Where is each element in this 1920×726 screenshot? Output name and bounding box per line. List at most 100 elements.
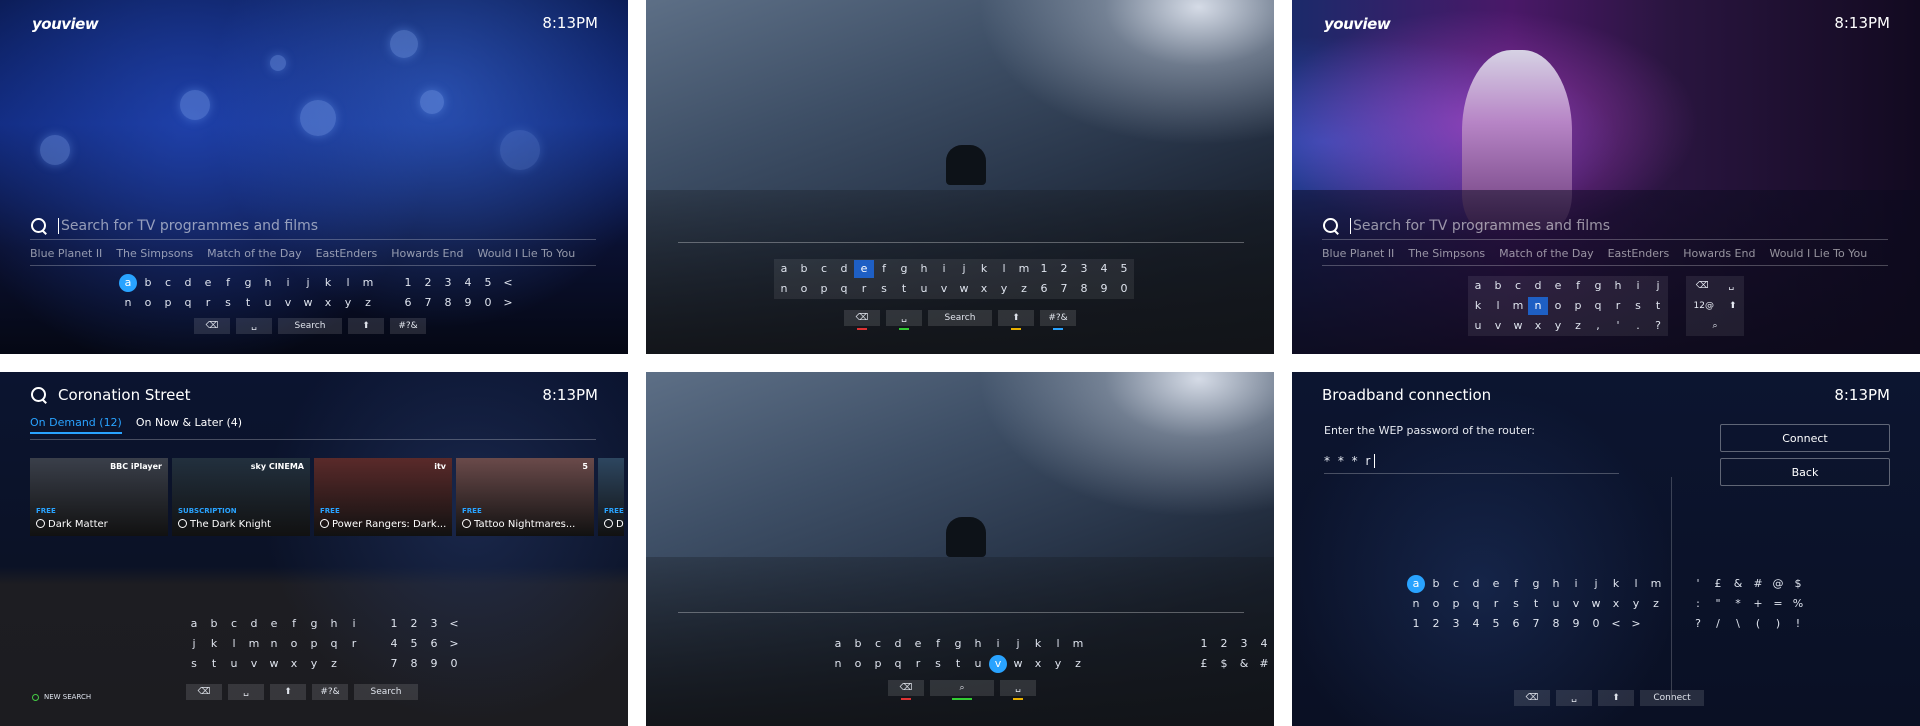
keyboard-key[interactable]: 9 [458, 294, 478, 312]
keyboard-key[interactable]: d [178, 274, 198, 292]
keyboard-key[interactable]: x [974, 280, 994, 298]
keyboard-key[interactable]: a [774, 260, 794, 278]
keyboard-key[interactable]: & [1728, 575, 1748, 593]
tab-on-now-later[interactable]: On Now & Later (4) [136, 416, 242, 434]
keyboard-key[interactable]: > [1626, 615, 1646, 633]
keyboard-key[interactable]: p [814, 280, 834, 298]
keyboard-key[interactable]: t [1526, 595, 1546, 613]
keyboard-key[interactable]: e [198, 274, 218, 292]
keyboard-key[interactable]: b [1426, 575, 1446, 593]
keyboard-key[interactable]: j [1648, 277, 1668, 295]
keyboard-key[interactable]: v [244, 655, 264, 673]
keyboard-key[interactable]: r [1608, 297, 1628, 315]
keyboard-key[interactable]: 3 [424, 615, 444, 633]
keyboard-key[interactable]: b [138, 274, 158, 292]
keyboard-key[interactable]: t [894, 280, 914, 298]
keyboard-key[interactable]: v [1488, 317, 1508, 335]
keyboard-key[interactable]: 6 [424, 635, 444, 653]
keyboard-key[interactable]: g [948, 635, 968, 653]
keyboard-key[interactable]: & [1234, 655, 1254, 673]
keyboard-key[interactable]: f [284, 615, 304, 633]
keyboard-key[interactable]: l [994, 260, 1014, 278]
keyboard-key[interactable]: p [158, 294, 178, 312]
suggestion-item[interactable]: Howards End [391, 247, 463, 260]
keyboard-key[interactable]: e [854, 260, 874, 278]
shift-icon[interactable]: ⬆ [1729, 301, 1737, 311]
keyboard-key[interactable]: , [1588, 317, 1608, 335]
back-button[interactable]: Back [1720, 458, 1890, 486]
search-icon[interactable]: ⌕ [1712, 321, 1717, 331]
keyboard-key[interactable]: $ [1788, 575, 1808, 593]
keyboard-key[interactable]: i [344, 615, 364, 633]
keyboard-key[interactable]: p [1568, 297, 1588, 315]
keyboard-key[interactable]: ! [1788, 615, 1808, 633]
keyboard-key[interactable]: 9 [1094, 280, 1114, 298]
keyboard-key[interactable]: t [1648, 297, 1668, 315]
backspace-button[interactable]: ⌫ [844, 310, 880, 330]
keyboard-key[interactable]: f [928, 635, 948, 653]
keyboard-key[interactable]: h [258, 274, 278, 292]
keyboard-key[interactable]: u [1468, 317, 1488, 335]
keyboard-key[interactable]: y [1048, 655, 1068, 673]
suggestion-item[interactable]: EastEnders [316, 247, 378, 260]
backspace-button[interactable]: ⌫ [888, 680, 924, 700]
connect-button[interactable]: Connect [1720, 424, 1890, 452]
result-tile[interactable]: BBC iPlayer FREE Dark Matter [30, 458, 168, 536]
keyboard-key[interactable]: h [968, 635, 988, 653]
keyboard-key[interactable]: : [1688, 595, 1708, 613]
keyboard-key[interactable]: 5 [1486, 615, 1506, 633]
keyboard-key[interactable]: j [954, 260, 974, 278]
keyboard-key[interactable]: 3 [1446, 615, 1466, 633]
keyboard-key[interactable]: l [1048, 635, 1068, 653]
keyboard-key[interactable]: 8 [1546, 615, 1566, 633]
suggestion-item[interactable]: Would I Lie To You [477, 247, 575, 260]
keyboard-key[interactable]: y [1548, 317, 1568, 335]
keyboard-key[interactable]: m [1646, 575, 1666, 593]
keyboard-key[interactable]: 3 [438, 274, 458, 292]
keyboard-key[interactable]: j [1008, 635, 1028, 653]
keyboard-key[interactable]: < [1606, 615, 1626, 633]
keyboard-key[interactable]: l [338, 274, 358, 292]
symbols-button[interactable]: #?& [390, 318, 426, 334]
keyboard-key[interactable]: q [1588, 297, 1608, 315]
keyboard-key[interactable]: g [238, 274, 258, 292]
keyboard-key[interactable]: d [888, 635, 908, 653]
keyboard-key[interactable]: d [244, 615, 264, 633]
keyboard-key[interactable]: w [264, 655, 284, 673]
keyboard-key[interactable]: b [1488, 277, 1508, 295]
keyboard-key[interactable]: 1 [1406, 615, 1426, 633]
keyboard-key[interactable]: b [848, 635, 868, 653]
keyboard-key[interactable]: z [1068, 655, 1088, 673]
keyboard-key[interactable]: 7 [1054, 280, 1074, 298]
symbols-button[interactable]: #?& [1040, 310, 1076, 330]
space-button[interactable]: ␣ [1000, 680, 1036, 700]
keyboard-key[interactable]: n [1406, 595, 1426, 613]
keyboard-key[interactable]: e [908, 635, 928, 653]
keyboard-key[interactable]: p [304, 635, 324, 653]
keyboard-key[interactable]: < [498, 274, 518, 292]
keyboard-key[interactable]: v [989, 655, 1007, 673]
search-button[interactable]: Search [278, 318, 342, 334]
keyboard-key[interactable]: n [828, 655, 848, 673]
keyboard-key[interactable]: i [1566, 575, 1586, 593]
backspace-icon[interactable]: ⌫ [1696, 281, 1709, 291]
keyboard-key[interactable]: ' [1688, 575, 1708, 593]
keyboard-key[interactable]: ( [1748, 615, 1768, 633]
keyboard-key[interactable]: m [1508, 297, 1528, 315]
keyboard-key[interactable]: o [1426, 595, 1446, 613]
result-tile[interactable]: FREE Da [598, 458, 624, 536]
numbers-button[interactable]: 12@ [1694, 301, 1714, 311]
keyboard-key[interactable]: f [874, 260, 894, 278]
keyboard-key[interactable]: s [1506, 595, 1526, 613]
keyboard-key[interactable]: h [1546, 575, 1566, 593]
connect-key-button[interactable]: Connect [1640, 690, 1704, 706]
keyboard-key[interactable]: x [1028, 655, 1048, 673]
keyboard-key[interactable]: s [928, 655, 948, 673]
keyboard-key[interactable]: g [894, 260, 914, 278]
keyboard-key[interactable]: £ [1708, 575, 1728, 593]
keyboard-key[interactable]: u [224, 655, 244, 673]
keyboard-key[interactable]: x [1528, 317, 1548, 335]
backspace-button[interactable]: ⌫ [186, 684, 222, 700]
keyboard-key[interactable]: z [1568, 317, 1588, 335]
keyboard-key[interactable]: m [244, 635, 264, 653]
